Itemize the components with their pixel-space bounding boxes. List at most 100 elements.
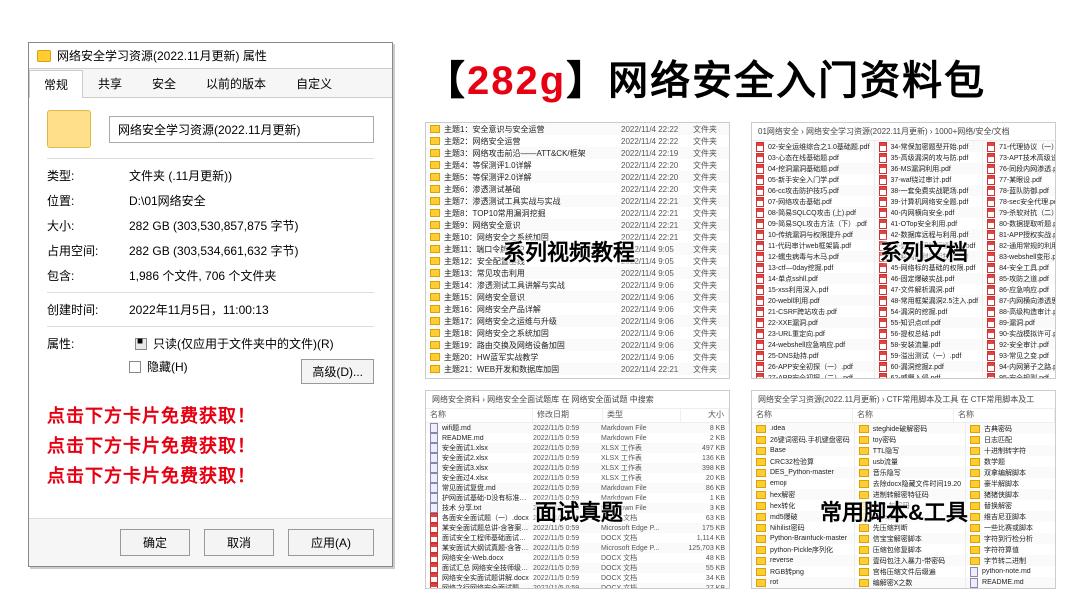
list-item[interactable]: 55-知识点ctf.pdf — [875, 317, 983, 328]
list-item[interactable]: 音乐隐写 — [855, 467, 965, 478]
list-item[interactable]: 26键词密码.手机键盘密码 — [752, 434, 854, 445]
list-item[interactable]: 88-高级构造审计.pdf — [983, 306, 1056, 317]
list-item[interactable]: 47-文件解析漏洞.pdf — [875, 284, 983, 295]
list-item[interactable]: 14-单点sshll.pdf — [752, 273, 874, 284]
list-item[interactable]: 24-webshell应急响应.pdf — [752, 339, 874, 350]
list-item[interactable]: 主题7：渗透测试工具实战与实战2022/11/4 22:21文件夹 — [426, 195, 729, 207]
list-item[interactable]: 73-APT技术高级设.pdf — [983, 152, 1056, 163]
list-item[interactable]: python-note.md — [966, 566, 1055, 577]
list-item[interactable]: 去除docx隐藏文件时间19.20 — [855, 478, 965, 489]
list-item[interactable]: 主题19：路由交换及网络设备加固2022/11/4 9:06文件夹 — [426, 339, 729, 351]
list-item[interactable]: 02-安全运维综合之1.0基础题.pdf — [752, 141, 874, 152]
breadcrumb[interactable]: 网络安全资料 › 网络安全全面试题库 在 网络安全面试题 中搜索 — [426, 391, 729, 409]
list-item[interactable]: 03-心态在线基础题.pdf — [752, 152, 874, 163]
checkbox-readonly[interactable] — [135, 338, 147, 350]
list-item[interactable]: Base — [752, 445, 854, 456]
list-item[interactable]: usb流量 — [855, 456, 965, 467]
list-item[interactable]: 39-计算机网络安全题.pdf — [875, 196, 983, 207]
list-item[interactable]: 59-溢出测试（一）.pdf — [875, 350, 983, 361]
list-item[interactable]: 主题6：渗透测试基础2022/11/4 22:20文件夹 — [426, 183, 729, 195]
list-item[interactable]: 某安面试大纲试真题-含答案.pdf2022/11/5 0:59Microsoft… — [426, 543, 729, 553]
list-item[interactable]: 主题18：网络安全之系统加固2022/11/4 9:06文件夹 — [426, 327, 729, 339]
list-item[interactable]: RGB转png — [752, 566, 854, 577]
dialog-titlebar[interactable]: 网络安全学习资源(2022.11月更新) 属性 — [29, 43, 392, 69]
list-item[interactable]: 字节转二进制 — [966, 555, 1055, 566]
list-item[interactable]: 安全面过4.xlsx2022/11/5 0:59XLSX 工作表20 KB — [426, 473, 729, 483]
list-item[interactable]: 先压缩判断 — [855, 522, 965, 533]
list-item[interactable]: 37-waf绕过审计.pdf — [875, 174, 983, 185]
list-item[interactable]: 某安全面试题总讲-含答案.pdf2022/11/5 0:59Microsoft … — [426, 523, 729, 533]
list-item[interactable]: 85-攻防之道.pdf — [983, 273, 1056, 284]
list-item[interactable]: 主题13：常见攻击利用2022/11/4 9:05文件夹 — [426, 267, 729, 279]
list-item[interactable]: 字符符算值 — [966, 544, 1055, 555]
list-item[interactable]: hex解密 — [752, 489, 854, 500]
list-item[interactable]: 34-常保加密题型开始.pdf — [875, 141, 983, 152]
list-item[interactable]: 主题15：网络安全意识2022/11/4 9:06文件夹 — [426, 291, 729, 303]
list-item[interactable]: 44-结构的利用新技术.pdf — [875, 251, 983, 262]
list-item[interactable]: 一些比赛或脚本 — [966, 522, 1055, 533]
list-item[interactable]: 主题3：网络攻击前沿——ATT&CK/框架2022/11/4 22:19文件夹 — [426, 147, 729, 159]
list-item[interactable]: 替换解密 — [966, 500, 1055, 511]
tab-general[interactable]: 常规 — [29, 70, 83, 98]
list-item[interactable]: 信宝宝解密脚本 — [855, 533, 965, 544]
cancel-button[interactable]: 取消 — [204, 529, 274, 556]
list-item[interactable]: 猪猪侠脚本 — [966, 489, 1055, 500]
list-item[interactable]: 主题10：网络安全之系统加固2022/11/4 22:21文件夹 — [426, 231, 729, 243]
list-item[interactable]: toy密码 — [855, 434, 965, 445]
list-item[interactable]: hex转化 — [752, 500, 854, 511]
list-item[interactable]: 安全面试3.xlsx2022/11/5 0:59XLSX 工作表398 KB — [426, 463, 729, 473]
list-item[interactable]: 壹码包注入暴力-带密码 — [855, 555, 965, 566]
list-item[interactable]: 11-代码审计web框架篇.pdf — [752, 240, 874, 251]
list-item[interactable]: 各面安全面试题（一）.docx2022/11/5 0:59DOCX 文档63 K… — [426, 513, 729, 523]
list-item[interactable]: 主题14：渗透测试工具讲解与实战2022/11/4 9:06文件夹 — [426, 279, 729, 291]
list-item[interactable]: reverse — [752, 555, 854, 566]
list-item[interactable]: 双拿编解脚本 — [966, 467, 1055, 478]
list-item[interactable]: 十进制转字符 — [966, 445, 1055, 456]
breadcrumb[interactable]: 网络安全学习资源(2022.11月更新) › CTF常用脚本及工具 在 CTF常… — [752, 391, 1055, 409]
file-panel-docs[interactable]: 01网络安全 › 网络安全学习资源(2022.11月更新) › 1000+网络/… — [751, 122, 1056, 379]
list-item[interactable]: python-Pickle序列化 — [752, 544, 854, 555]
list-item[interactable]: 76-同段内网渗透.pdf — [983, 163, 1056, 174]
ok-button[interactable]: 确定 — [120, 529, 190, 556]
list-item[interactable]: wifi题.md2022/11/5 0:59Markdown File8 KB — [426, 423, 729, 433]
list-item[interactable]: 面试汇总 网络安全技师级.docx2022/11/5 0:59DOCX 文档55… — [426, 563, 729, 573]
list-item[interactable]: 71-代理协议（一）.pdf — [983, 141, 1056, 152]
list-item[interactable]: 主题5：等保测评2.0详解2022/11/4 22:20文件夹 — [426, 171, 729, 183]
list-item[interactable]: 主题16：网络安全产品详解2022/11/4 9:06文件夹 — [426, 303, 729, 315]
file-panel-videos[interactable]: 主题1：安全意识与安全运营2022/11/4 22:22文件夹主题2：网络安全运… — [425, 122, 730, 379]
list-item[interactable]: 维吉尼亚脚本 — [966, 511, 1055, 522]
list-item[interactable]: 86-应急响应.pdf — [983, 284, 1056, 295]
tab-share[interactable]: 共享 — [83, 69, 137, 97]
list-item[interactable]: 主题1：安全意识与安全运营2022/11/4 22:22文件夹 — [426, 123, 729, 135]
list-item[interactable]: 78-sec安全代理.pdf — [983, 196, 1056, 207]
list-item[interactable]: 07-网络攻击基础.pdf — [752, 196, 874, 207]
list-item[interactable]: 83-webshell变形.pdf — [983, 251, 1056, 262]
list-item[interactable]: 08-简易SQLCQ攻击 (上).pdf — [752, 207, 874, 218]
list-item[interactable]: 92-安全审计.pdf — [983, 339, 1056, 350]
list-item[interactable]: 面试安全工程师基础面试题.docx2022/11/5 0:59DOCX 文档1,… — [426, 533, 729, 543]
list-item[interactable]: 网络安全-Web.docx2022/11/5 0:59DOCX 文档48 KB — [426, 553, 729, 563]
list-item[interactable]: 10-传统漏洞与权限提升.pdf — [752, 229, 874, 240]
list-item[interactable]: 42-数据库远程与利用.pdf — [875, 229, 983, 240]
list-item[interactable]: 38-一套免费实战靶场.pdf — [875, 185, 983, 196]
list-item[interactable]: 46-固定爆破实战.pdf — [875, 273, 983, 284]
list-item[interactable]: 48-常用框架漏洞2.5注入.pdf — [875, 295, 983, 306]
list-item[interactable]: 45-网络标的基础的权限.pdf — [875, 262, 983, 273]
list-item[interactable]: Nihilist密码 — [752, 522, 854, 533]
list-item[interactable]: 编解密X之数 — [855, 577, 965, 588]
list-item[interactable]: 79-杀软对抗（二）.pdf — [983, 207, 1056, 218]
checkbox-hidden[interactable] — [129, 361, 141, 373]
column-headers[interactable]: 名称修改日期类型大小 — [426, 409, 729, 423]
list-item[interactable]: 06-cc攻击防护技巧.pdf — [752, 185, 874, 196]
list-item[interactable]: rot — [752, 577, 854, 588]
list-item[interactable]: md5爆破 — [752, 511, 854, 522]
list-item[interactable]: 43-远程代码执行通用法.pdf — [875, 240, 983, 251]
list-item[interactable]: README.md2022/11/5 0:59Markdown File2 KB — [426, 433, 729, 443]
list-item[interactable]: 04-挖洞漏洞基础题.pdf — [752, 163, 874, 174]
list-item[interactable]: 22-XXE漏洞.pdf — [752, 317, 874, 328]
list-item[interactable]: 豪半解脚本 — [966, 478, 1055, 489]
list-item[interactable]: 安全面试1.xlsx2022/11/5 0:59XLSX 工作表497 KB — [426, 443, 729, 453]
list-item[interactable]: 80-数据提取听题.pdf — [983, 218, 1056, 229]
breadcrumb[interactable]: 01网络安全 › 网络安全学习资源(2022.11月更新) › 1000+网络/… — [752, 123, 1055, 141]
list-item[interactable]: base编号 — [855, 511, 965, 522]
